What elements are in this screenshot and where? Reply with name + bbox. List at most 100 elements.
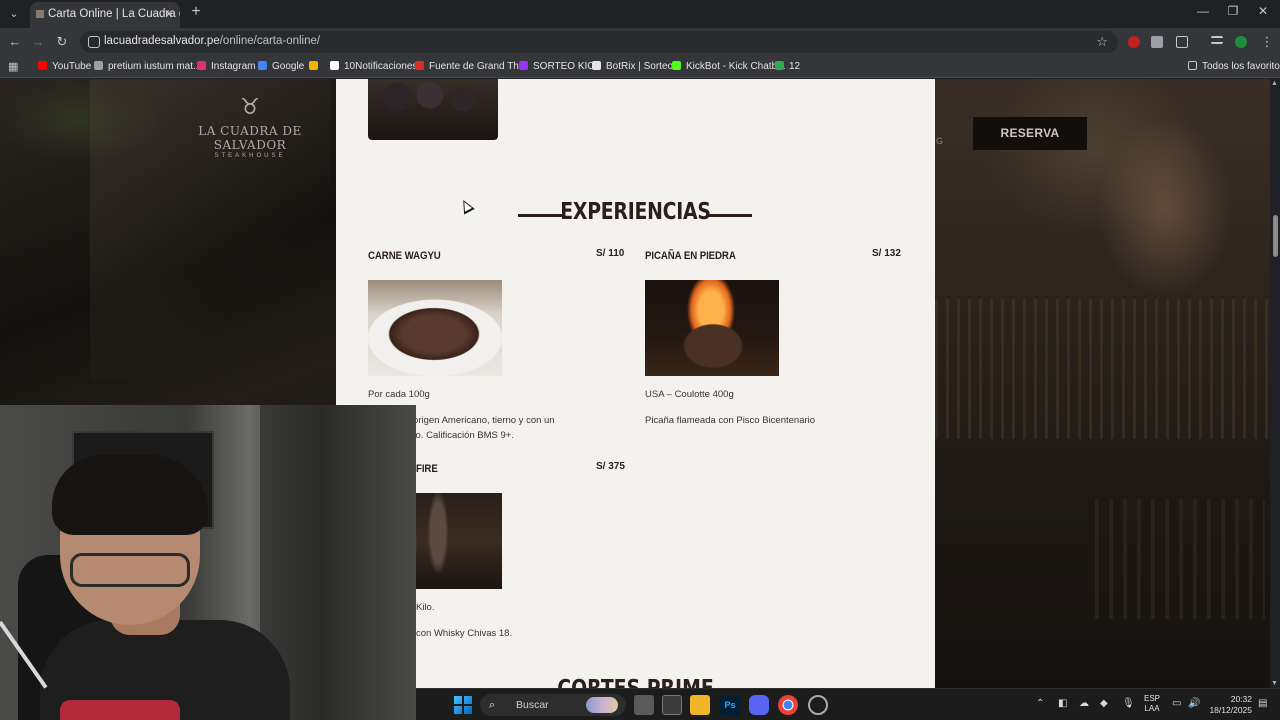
tray-app-icon-2[interactable]: ◆ bbox=[1100, 698, 1108, 709]
bookmark-item[interactable] bbox=[309, 60, 323, 74]
item-price: S/ 110 bbox=[596, 248, 625, 259]
bookmark-item[interactable]: 10Notificaciones bbox=[330, 60, 417, 74]
app-icon[interactable] bbox=[808, 695, 828, 715]
search-placeholder: Buscar bbox=[516, 699, 549, 711]
reading-list-icon[interactable] bbox=[1211, 36, 1223, 44]
notifications-icon[interactable]: ▤ bbox=[1258, 698, 1267, 709]
url-path: /online/carta-online/ bbox=[219, 35, 321, 47]
bookmark-star-icon[interactable]: ☆ bbox=[1096, 34, 1108, 50]
photoshop-icon[interactable]: Ps bbox=[720, 695, 740, 715]
restore-icon[interactable]: ❐ bbox=[1218, 4, 1248, 18]
bookmark-favicon-icon bbox=[258, 61, 267, 70]
task-view-icon[interactable] bbox=[634, 695, 654, 715]
terminal-icon[interactable] bbox=[662, 695, 682, 715]
bookmark-item[interactable]: KickBot - Kick Chatb... bbox=[672, 60, 785, 74]
background-photo-right bbox=[935, 79, 1270, 688]
address-bar[interactable]: lacuadradesalvador.pe/online/carta-onlin… bbox=[80, 31, 1118, 53]
bookmark-favicon-icon bbox=[519, 61, 528, 70]
language-indicator[interactable]: ESP LAA bbox=[1144, 694, 1160, 714]
bookmark-favicon-icon bbox=[197, 61, 206, 70]
minimize-icon[interactable]: — bbox=[1188, 4, 1218, 18]
forward-icon[interactable]: → bbox=[29, 33, 47, 51]
webcam-overlay bbox=[0, 405, 416, 720]
extensions-puzzle-icon[interactable] bbox=[1176, 36, 1188, 48]
item-name: PICAÑA EN PIEDRA bbox=[645, 250, 736, 262]
network-icon[interactable]: ▭ bbox=[1172, 698, 1181, 709]
logo-subtitle: STEAKHOUSE bbox=[214, 153, 286, 159]
bookmark-label: YouTube bbox=[52, 61, 92, 72]
url-host: lacuadradesalvador.pe bbox=[104, 35, 220, 47]
extension-icon-1[interactable] bbox=[1128, 36, 1140, 48]
close-tab-icon[interactable]: ✕ bbox=[164, 2, 174, 26]
volume-icon[interactable]: 🔊 bbox=[1188, 698, 1200, 709]
bookmark-item[interactable]: Fuente de Grand Th... bbox=[415, 60, 527, 74]
item-portion: Kilo. bbox=[416, 602, 435, 613]
bookmark-favicon-icon bbox=[415, 61, 424, 70]
scrollbar-thumb[interactable] bbox=[1273, 215, 1278, 257]
kebab-menu-icon[interactable]: ⋮ bbox=[1258, 33, 1276, 51]
bookmark-favicon-icon bbox=[775, 61, 784, 70]
reserva-button[interactable]: RESERVA bbox=[973, 117, 1087, 150]
new-tab-icon[interactable]: + bbox=[186, 3, 206, 21]
bookmark-label: BotRix | Sorteos bbox=[606, 61, 679, 72]
tray-chevron-icon[interactable]: ⌃ bbox=[1036, 698, 1044, 709]
logo-name: LA CUADRA DE SALVADOR bbox=[198, 124, 302, 152]
item-portion: USA – Coulotte 400g bbox=[645, 389, 734, 400]
all-bookmarks-folder[interactable]: Todos los favoritos bbox=[1188, 60, 1280, 74]
bookmark-favicon-icon bbox=[309, 61, 318, 70]
folder-icon bbox=[1188, 61, 1197, 70]
bookmark-item[interactable]: Google bbox=[258, 60, 304, 74]
bookmark-item[interactable]: pretium iustum mat... bbox=[94, 60, 201, 74]
item-name: CARNE WAGYU bbox=[368, 250, 441, 262]
discord-icon[interactable] bbox=[749, 695, 769, 715]
dish-image-wagyu bbox=[368, 280, 502, 376]
tab-carta-online[interactable]: Carta Online | La Cuadra de Sal ✕ bbox=[30, 2, 180, 28]
bookmark-item[interactable]: YouTube bbox=[38, 60, 91, 74]
page-scrollbar[interactable]: ▲ ▼ bbox=[1270, 79, 1280, 688]
chrome-icon[interactable] bbox=[778, 695, 798, 715]
apps-grid-icon[interactable]: ▦ bbox=[8, 60, 20, 73]
next-section-title: CORTES PRIME bbox=[390, 676, 881, 688]
bookmark-item[interactable]: 12 bbox=[775, 60, 800, 74]
site-logo[interactable]: ♉ LA CUADRA DE SALVADOR STEAKHOUSE bbox=[192, 94, 308, 160]
clock-date: 18/12/2025 bbox=[1209, 705, 1252, 715]
back-icon[interactable]: ← bbox=[6, 33, 24, 51]
windows-start-icon[interactable] bbox=[454, 696, 472, 714]
bookmarks-bar: ▦ YouTube pretium iustum mat... Instagram G… bbox=[0, 56, 1280, 78]
taskbar-search[interactable]: ⌕ Buscar bbox=[480, 694, 626, 716]
file-explorer-icon[interactable] bbox=[690, 695, 710, 715]
bookmark-item[interactable]: SORTEO KICK bbox=[519, 60, 601, 74]
profile-avatar-icon[interactable] bbox=[1235, 36, 1247, 48]
onedrive-icon[interactable]: ☁ bbox=[1079, 698, 1089, 709]
tray-app-icon-1[interactable]: ◧ bbox=[1058, 698, 1067, 709]
search-icon: ⌕ bbox=[489, 699, 496, 711]
item-portion: Por cada 100g bbox=[368, 389, 430, 400]
search-highlight-art bbox=[586, 697, 618, 713]
scroll-up-icon[interactable]: ▲ bbox=[1271, 80, 1278, 87]
bookmark-favicon-icon bbox=[592, 61, 601, 70]
bookmark-label: 10Notificaciones bbox=[344, 61, 418, 72]
microphone-icon[interactable]: 🎙 bbox=[1122, 698, 1135, 709]
clock-time: 20:32 bbox=[1230, 694, 1252, 704]
bookmark-label: Instagram bbox=[211, 61, 256, 72]
bookmark-label: SORTEO KICK bbox=[533, 61, 602, 72]
reload-icon[interactable]: ↻ bbox=[53, 33, 71, 51]
system-clock[interactable]: 20:32 18/12/2025 bbox=[1204, 694, 1252, 716]
item-description: con Whisky Chivas 18. bbox=[416, 628, 513, 639]
scroll-down-icon[interactable]: ▼ bbox=[1271, 680, 1278, 687]
site-info-icon[interactable] bbox=[88, 36, 100, 48]
url-text: lacuadradesalvador.pe/online/carta-onlin… bbox=[104, 35, 320, 47]
tab-search-icon[interactable]: ⌄ bbox=[4, 4, 24, 24]
language-code: ESP bbox=[1144, 694, 1161, 703]
extension-icon-2[interactable] bbox=[1151, 36, 1163, 48]
tab-strip: ⌄ Carta Online | La Cuadra de Sal ✕ + — … bbox=[0, 0, 1280, 28]
item-price: S/ 132 bbox=[872, 248, 901, 259]
close-window-icon[interactable]: ✕ bbox=[1248, 4, 1278, 18]
bookmark-item[interactable]: Instagram bbox=[197, 60, 255, 74]
bull-logo-icon: ♉ bbox=[240, 94, 260, 119]
bookmark-item[interactable]: BotRix | Sorteos bbox=[592, 60, 678, 74]
tab-title: Carta Online | La Cuadra de Sal bbox=[48, 8, 180, 20]
dish-image-previous bbox=[368, 79, 498, 140]
windows-taskbar: ⌕ Buscar Ps ⌃ ◧ ☁ ◆ 🎙 ESP LAA ▭ 🔊 20:32 18… bbox=[416, 688, 1280, 720]
browser-toolbar: ← → ↻ lacuadradesalvador.pe/online/carta… bbox=[0, 28, 1280, 56]
